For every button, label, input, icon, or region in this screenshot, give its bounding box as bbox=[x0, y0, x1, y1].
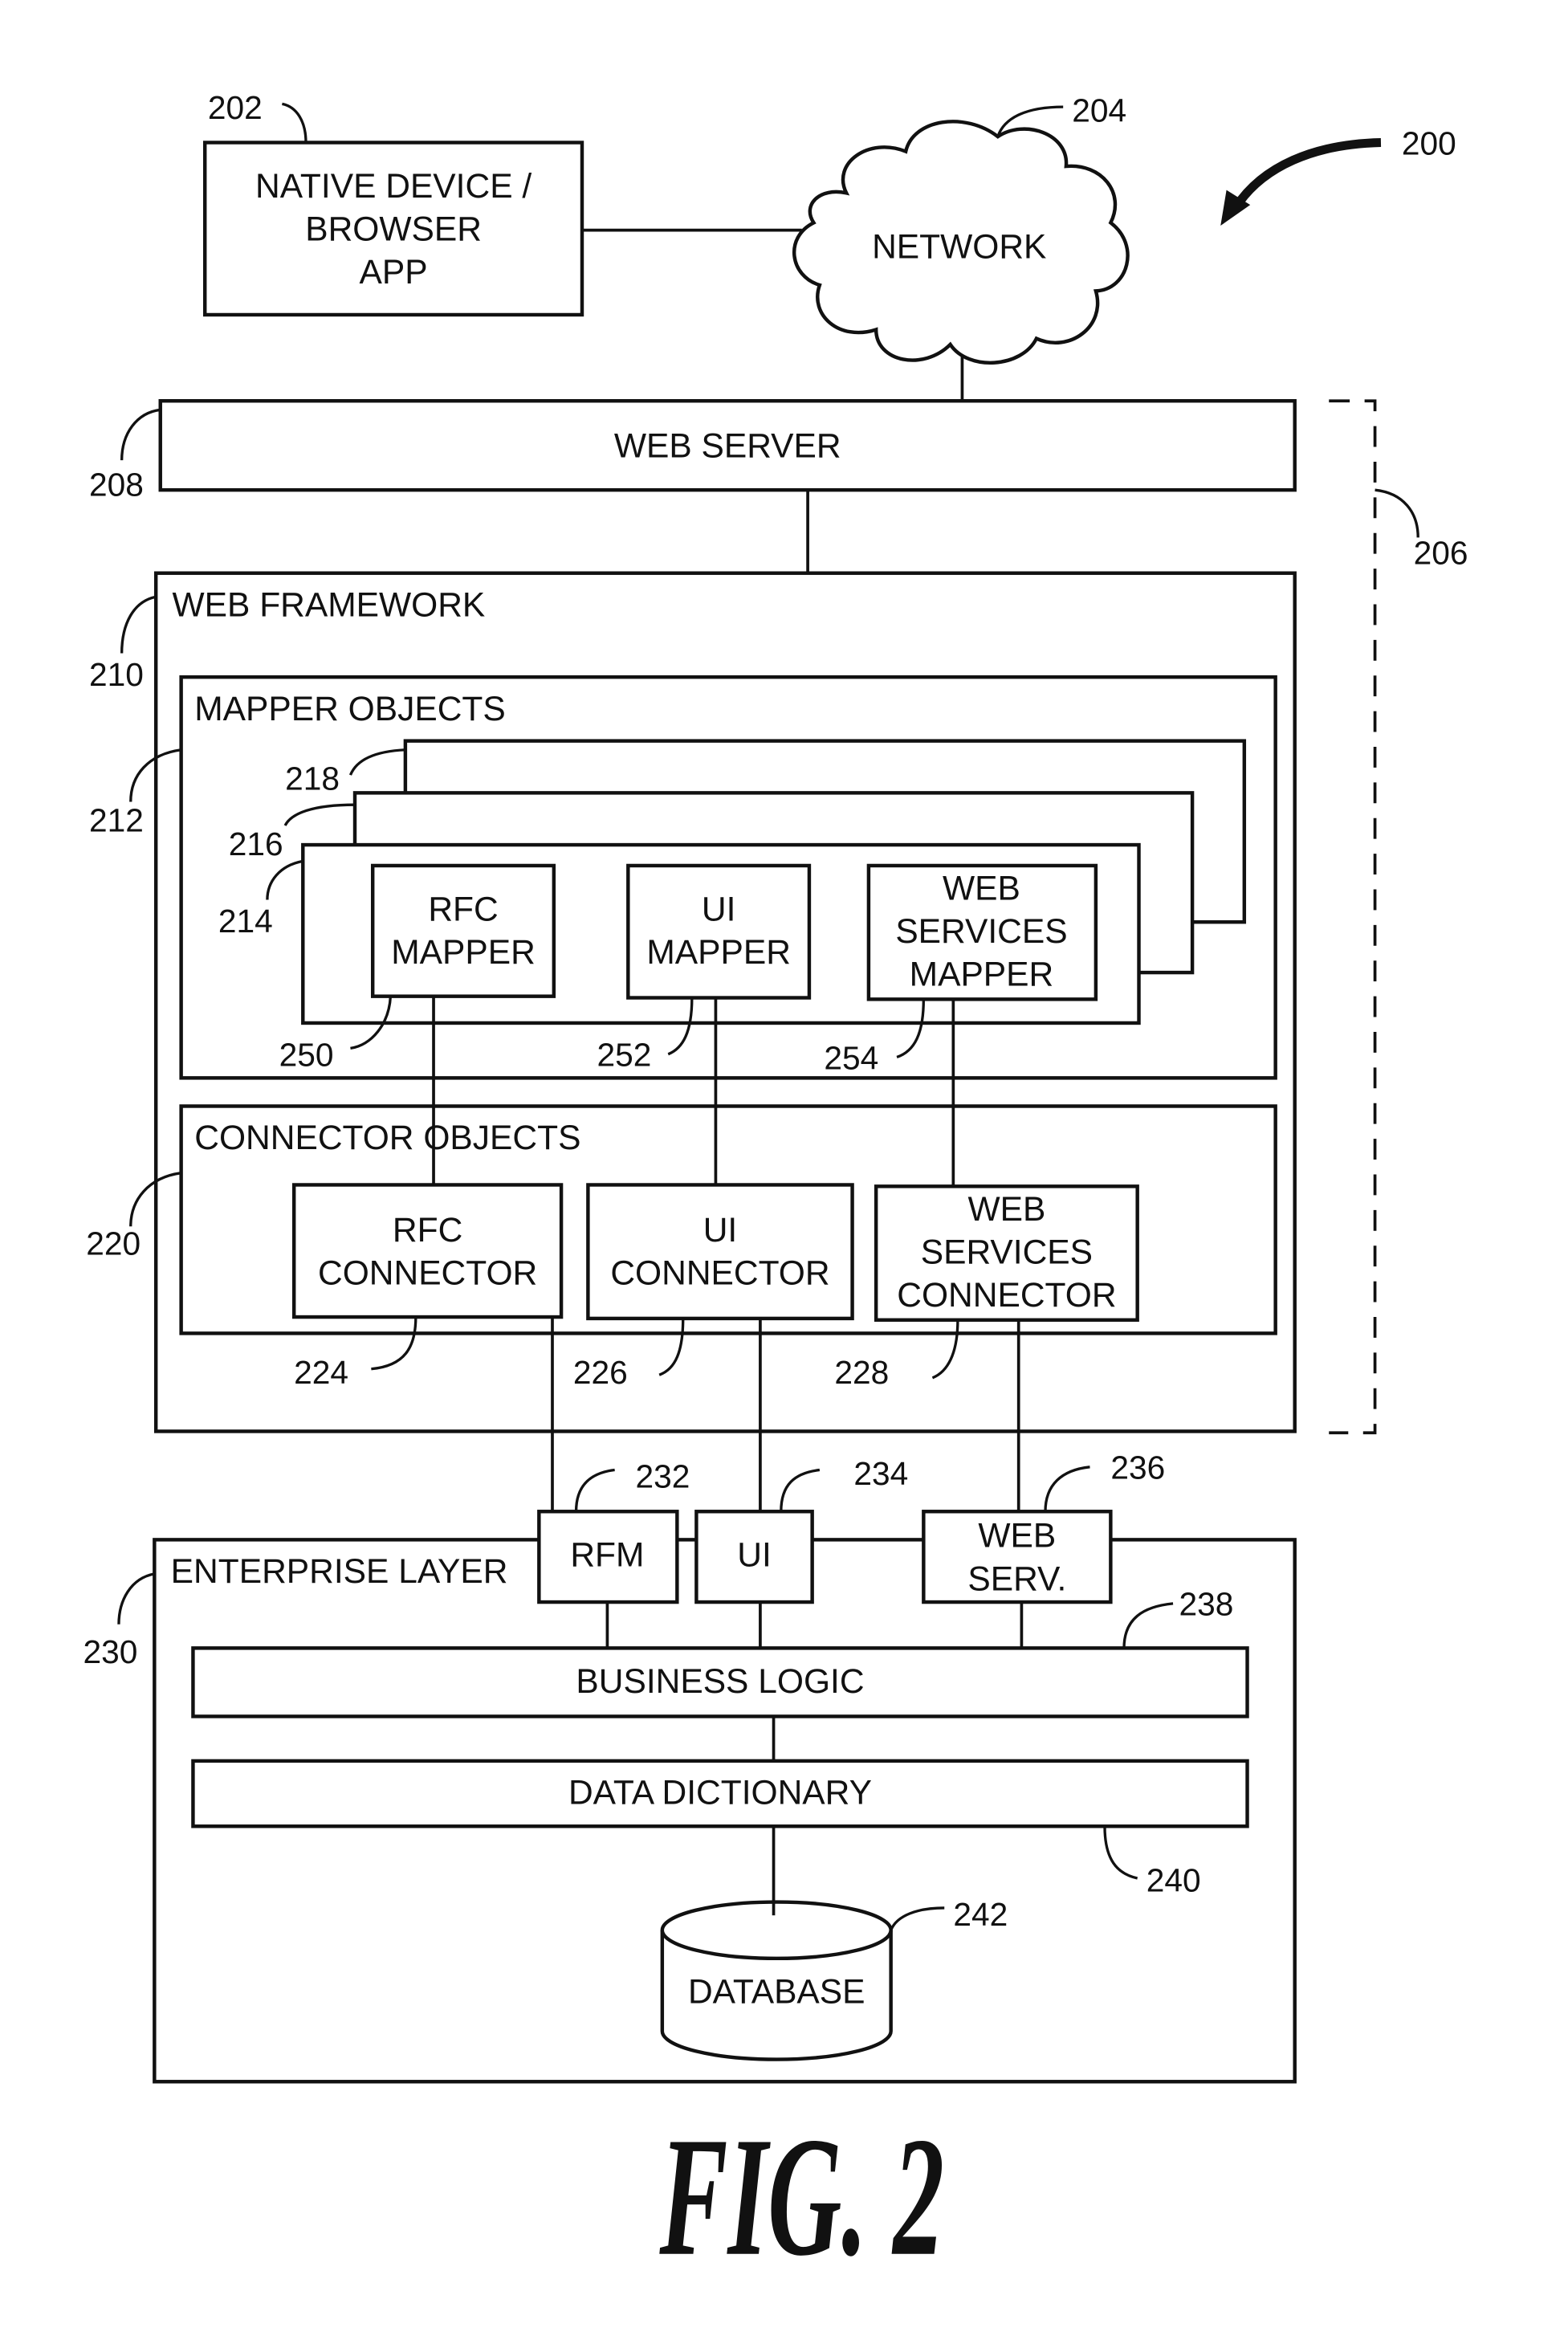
leader-206 bbox=[1375, 488, 1419, 538]
figure-caption: FIG. 2 bbox=[659, 2102, 944, 2291]
system-reference-200: 200 bbox=[1220, 124, 1456, 226]
database-label: DATABASE bbox=[688, 1972, 865, 2011]
data-dictionary-label: DATA DICTIONARY bbox=[568, 1774, 872, 1812]
ref-238: 238 bbox=[1179, 1586, 1233, 1623]
ref-214: 214 bbox=[218, 903, 273, 940]
ref-226: 226 bbox=[573, 1354, 628, 1391]
ref-208: 208 bbox=[89, 467, 144, 503]
ref-202: 202 bbox=[208, 89, 263, 126]
architecture-diagram: 200 NATIVE DEVICE / BROWSER APP 202 NETW… bbox=[83, 89, 1468, 2291]
enterprise-layer: ENTERPRISE LAYER 230 RFM 232 UI 234 WEB … bbox=[83, 1449, 1297, 2084]
ws-connector-line-1: WEB bbox=[967, 1190, 1045, 1229]
ui-connector-line-1: UI bbox=[703, 1211, 738, 1249]
rfc-connector-line-2: CONNECTOR bbox=[318, 1254, 537, 1292]
rfc-mapper-line-1: RFC bbox=[428, 890, 498, 928]
ws-mapper-line-3: MAPPER bbox=[910, 956, 1054, 994]
business-logic-label: BUSINESS LOGIC bbox=[576, 1662, 864, 1701]
ref-216: 216 bbox=[229, 826, 283, 862]
ui-mapper-line-2: MAPPER bbox=[646, 933, 791, 972]
ui-connector-box bbox=[586, 1183, 854, 1321]
dashed-bracket bbox=[1329, 399, 1377, 1435]
rfc-connector-box bbox=[291, 1183, 564, 1319]
leader-208 bbox=[120, 408, 161, 461]
ref-200: 200 bbox=[1402, 124, 1456, 161]
ui-mapper-line-1: UI bbox=[702, 890, 736, 928]
ref-236: 236 bbox=[1110, 1449, 1165, 1486]
web-serv-line-2: SERV. bbox=[967, 1559, 1066, 1598]
system-arrow-icon bbox=[1232, 137, 1382, 210]
middleware-bracket-206: 206 bbox=[1329, 399, 1468, 1435]
web-server-label: WEB SERVER bbox=[614, 426, 841, 465]
ui-connector-line-2: CONNECTOR bbox=[610, 1254, 829, 1292]
network-cloud: NETWORK 204 bbox=[792, 92, 1130, 365]
native-app-line-2: BROWSER bbox=[305, 210, 482, 249]
ref-232: 232 bbox=[636, 1458, 690, 1495]
rfc-connector-line-1: RFC bbox=[393, 1211, 462, 1249]
rfc-mapper-box bbox=[370, 863, 556, 998]
rfm-label: RFM bbox=[570, 1536, 644, 1575]
ui-mapper-box bbox=[626, 863, 812, 1000]
ref-206: 206 bbox=[1414, 535, 1468, 572]
native-device-browser-app: NATIVE DEVICE / BROWSER APP 202 bbox=[203, 89, 584, 317]
web-serv-line-1: WEB bbox=[978, 1517, 1056, 1555]
leader-210 bbox=[120, 595, 157, 654]
leader-232 bbox=[574, 1468, 615, 1512]
ref-254: 254 bbox=[824, 1039, 878, 1076]
ref-224: 224 bbox=[294, 1354, 348, 1391]
network-label: NETWORK bbox=[872, 228, 1046, 267]
ref-242: 242 bbox=[953, 1896, 1008, 1933]
ref-230: 230 bbox=[83, 1633, 138, 1670]
database-top bbox=[660, 1900, 893, 1961]
connector-objects-label: CONNECTOR OBJECTS bbox=[194, 1119, 580, 1157]
ref-240: 240 bbox=[1146, 1862, 1201, 1899]
leader-234 bbox=[780, 1468, 821, 1512]
web-server: WEB SERVER 208 bbox=[89, 399, 1297, 503]
rfc-mapper-line-2: MAPPER bbox=[391, 933, 536, 972]
ref-250: 250 bbox=[279, 1037, 334, 1074]
ref-228: 228 bbox=[834, 1354, 889, 1391]
ws-connector-line-3: CONNECTOR bbox=[897, 1276, 1116, 1315]
ref-204: 204 bbox=[1072, 92, 1126, 129]
leader-230 bbox=[117, 1572, 155, 1625]
mapper-objects: MAPPER OBJECTS 212 218 216 214 RFC MAPPE… bbox=[89, 675, 1277, 1080]
ws-mapper-line-2: SERVICES bbox=[895, 912, 1067, 951]
enterprise-layer-label: ENTERPRISE LAYER bbox=[171, 1552, 508, 1591]
ref-218: 218 bbox=[285, 760, 340, 797]
ui-interface-label: UI bbox=[737, 1536, 772, 1575]
ws-connector-line-2: SERVICES bbox=[921, 1233, 1093, 1271]
native-app-line-1: NATIVE DEVICE / bbox=[255, 167, 531, 206]
leader-236 bbox=[1044, 1466, 1090, 1512]
ref-210: 210 bbox=[89, 656, 144, 693]
ws-mapper-line-1: WEB bbox=[943, 869, 1020, 907]
leader-202 bbox=[281, 102, 307, 143]
ref-212: 212 bbox=[89, 801, 144, 838]
mapper-objects-label: MAPPER OBJECTS bbox=[194, 690, 505, 728]
ref-234: 234 bbox=[853, 1455, 908, 1492]
ref-220: 220 bbox=[86, 1225, 141, 1262]
web-framework-label: WEB FRAMEWORK bbox=[173, 585, 486, 624]
native-app-line-3: APP bbox=[360, 253, 428, 291]
ref-252: 252 bbox=[597, 1037, 651, 1074]
